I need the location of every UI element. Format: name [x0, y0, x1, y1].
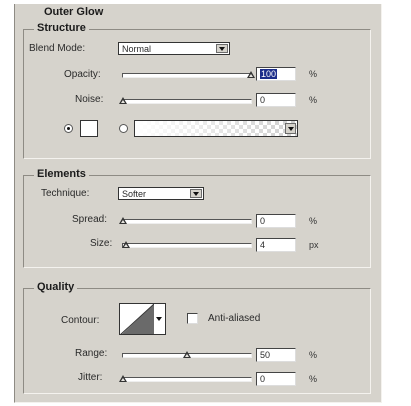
solid-color-radio[interactable]	[64, 124, 73, 133]
noise-slider[interactable]	[119, 97, 252, 104]
anti-aliased-checkbox[interactable]	[187, 313, 198, 324]
size-unit: px	[309, 240, 319, 250]
elements-title: Elements	[34, 168, 89, 180]
range-label: Range:	[75, 348, 108, 359]
jitter-label: Jitter:	[78, 372, 103, 383]
jitter-input[interactable]: 0	[256, 372, 296, 386]
spread-input[interactable]: 0	[256, 214, 296, 228]
opacity-slider-thumb[interactable]	[247, 71, 255, 78]
anti-aliased-label: Anti-aliased	[208, 313, 261, 324]
range-unit: %	[309, 350, 318, 360]
contour-label: Contour:	[61, 315, 100, 326]
noise-unit: %	[309, 95, 318, 105]
range-slider-thumb[interactable]	[183, 351, 191, 358]
chevron-down-icon	[285, 123, 296, 134]
outer-glow-panel: Outer Glow Structure Blend Mode: Normal …	[14, 4, 382, 403]
spread-slider[interactable]	[119, 217, 252, 224]
technique-value: Softer	[122, 189, 147, 199]
opacity-unit: %	[309, 69, 318, 79]
technique-dropdown[interactable]: Softer	[118, 187, 204, 200]
jitter-slider[interactable]	[119, 375, 252, 382]
jitter-value: 0	[260, 374, 266, 384]
range-value: 50	[260, 350, 271, 360]
noise-slider-thumb[interactable]	[119, 97, 127, 104]
size-slider-thumb[interactable]	[121, 241, 130, 248]
blend-mode-label: Blend Mode:	[29, 43, 86, 54]
noise-input[interactable]: 0	[256, 93, 296, 107]
size-label: Size:	[90, 238, 113, 249]
contour-curve-icon	[120, 304, 154, 334]
elements-group: Elements Technique: Softer Spread: 0 % S…	[23, 168, 371, 268]
gradient-radio[interactable]	[119, 124, 128, 133]
range-slider[interactable]	[122, 351, 252, 358]
technique-label: Technique:	[41, 188, 90, 199]
size-slider[interactable]	[121, 241, 252, 248]
noise-label: Noise:	[75, 94, 104, 105]
range-input[interactable]: 50	[256, 348, 296, 362]
opacity-input[interactable]: 100	[256, 67, 296, 81]
gradient-picker[interactable]	[134, 120, 298, 137]
opacity-label: Opacity:	[64, 69, 101, 80]
structure-group: Structure Blend Mode: Normal Opacity: 10…	[23, 22, 371, 159]
jitter-slider-thumb[interactable]	[119, 375, 127, 382]
chevron-down-icon	[190, 189, 202, 198]
glow-color-swatch[interactable]	[80, 120, 98, 137]
size-input[interactable]: 4	[256, 238, 296, 252]
opacity-slider[interactable]	[122, 71, 255, 78]
contour-picker[interactable]	[119, 303, 155, 335]
structure-title: Structure	[34, 22, 89, 34]
size-value: 4	[260, 240, 266, 250]
opacity-value: 100	[260, 69, 278, 79]
spread-unit: %	[309, 216, 318, 226]
spread-value: 0	[260, 216, 266, 226]
chevron-down-icon	[216, 44, 228, 53]
blend-mode-value: Normal	[122, 44, 152, 54]
quality-title: Quality	[34, 281, 78, 293]
spread-slider-thumb[interactable]	[119, 217, 127, 224]
panel-title: Outer Glow	[41, 6, 107, 18]
blend-mode-dropdown[interactable]: Normal	[118, 42, 230, 55]
noise-value: 0	[260, 95, 266, 105]
quality-group: Quality Contour: Anti-aliased Range: 50 …	[23, 281, 371, 394]
contour-dropdown-button[interactable]	[154, 303, 166, 335]
jitter-unit: %	[309, 374, 318, 384]
spread-label: Spread:	[72, 214, 108, 225]
